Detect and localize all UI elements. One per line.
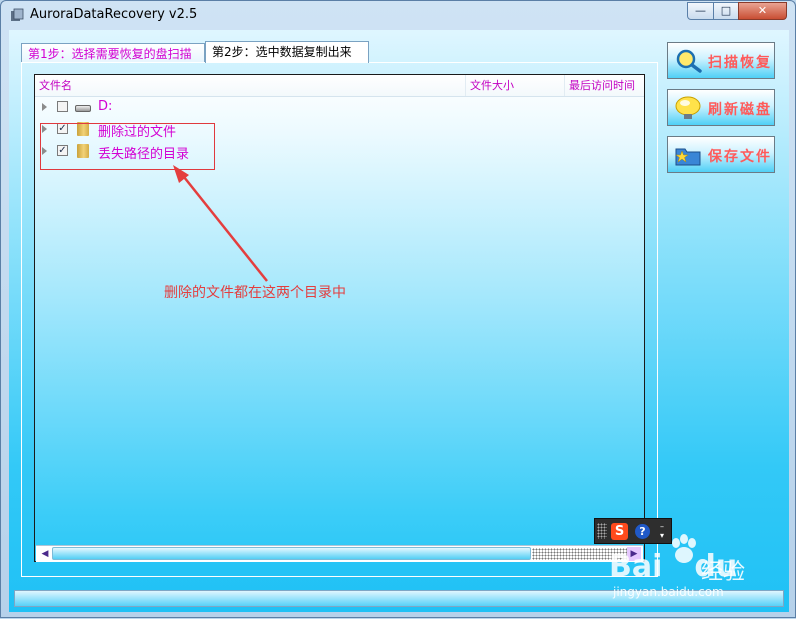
tree-row-drive[interactable]: D: <box>35 97 435 119</box>
refresh-disk-label: 刷新磁盘 <box>708 102 772 118</box>
sogou-ime-icon[interactable]: S <box>611 523 628 540</box>
tab-step1[interactable]: 第1步：选择需要恢复的盘扫描 <box>21 43 205 63</box>
save-files-button[interactable]: 保存文件 <box>667 136 775 173</box>
minimize-button[interactable]: — <box>687 2 714 20</box>
client-area: 第1步：选择需要恢复的盘扫描 第2步：选中数据复制出来 文件名 文件大小 最后访… <box>9 30 789 612</box>
drive-icon <box>75 105 91 112</box>
watermark-url: jingyan.baidu.com <box>613 585 724 599</box>
annotation-highlight-box <box>40 123 215 170</box>
window-title: AuroraDataRecovery v2.5 <box>30 7 198 22</box>
annotation-text: 删除的文件都在这两个目录中 <box>164 285 346 301</box>
ime-toolbar[interactable]: S ? – ▾ <box>594 518 672 544</box>
watermark-suffix: 经验 <box>701 560 746 585</box>
refresh-disk-button[interactable]: 刷新磁盘 <box>667 89 775 126</box>
save-files-label: 保存文件 <box>708 149 772 165</box>
drive-label: D: <box>98 99 113 114</box>
bulb-icon <box>675 96 701 119</box>
app-icon <box>11 8 24 21</box>
maximize-button[interactable]: □ <box>713 2 739 20</box>
tab-step2[interactable]: 第2步：选中数据复制出来 <box>205 41 369 63</box>
folder-star-icon <box>675 148 701 166</box>
list-header: 文件名 文件大小 最后访问时间 <box>35 75 644 97</box>
close-button[interactable]: ✕ <box>738 2 787 20</box>
horizontal-scrollbar[interactable]: ◀ ▶ <box>36 545 643 562</box>
column-header-accessed[interactable]: 最后访问时间 <box>564 75 644 96</box>
scrollbar-thumb[interactable] <box>52 547 531 560</box>
app-window: AuroraDataRecovery v2.5 — □ ✕ 第1步：选择需要恢复… <box>0 0 796 618</box>
baidu-watermark: Bai du 经验 jingyan.baidu.com <box>609 534 793 605</box>
column-header-size[interactable]: 文件大小 <box>465 75 564 96</box>
drive-checkbox[interactable] <box>57 101 68 112</box>
scan-recover-label: 扫描恢复 <box>708 55 772 71</box>
ime-menu-icon[interactable]: – ▾ <box>657 522 667 542</box>
scroll-left-icon[interactable]: ◀ <box>38 547 52 561</box>
help-icon[interactable]: ? <box>635 524 650 539</box>
ime-grip[interactable] <box>597 523 607 539</box>
expand-arrow-icon[interactable] <box>42 103 47 111</box>
magnifier-icon <box>676 49 702 73</box>
scan-recover-button[interactable]: 扫描恢复 <box>667 42 775 79</box>
column-header-name[interactable]: 文件名 <box>35 75 465 96</box>
title-bar[interactable]: AuroraDataRecovery v2.5 — □ ✕ <box>1 1 795 29</box>
